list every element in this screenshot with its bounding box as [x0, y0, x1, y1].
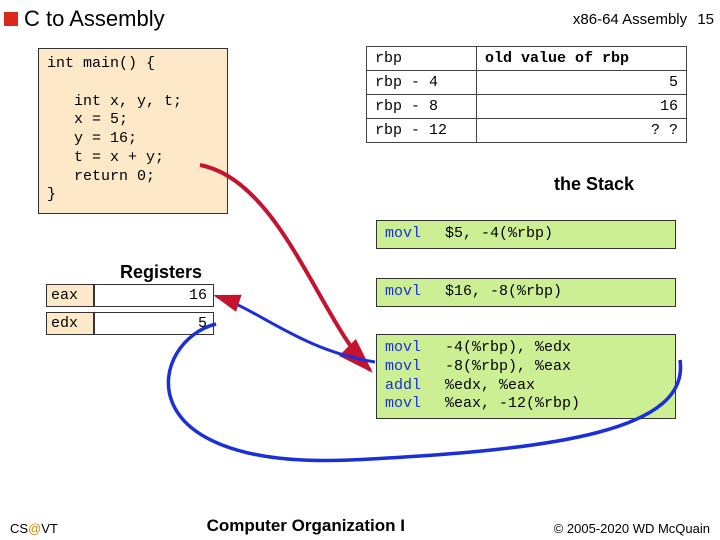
table-row: rbp - 12 ? ? [367, 119, 687, 143]
asm-args: $5, -4(%rbp) [445, 225, 553, 242]
register-name: edx [46, 312, 94, 335]
asm-op: movl [385, 358, 445, 377]
code-line: x = 5; [47, 111, 128, 128]
asm-block-3: movl-4(%rbp), %edx movl-8(%rbp), %eax ad… [376, 334, 676, 419]
code-line: y = 16; [47, 130, 137, 147]
asm-args: $16, -8(%rbp) [445, 283, 562, 300]
stack-label: rbp - 8 [367, 95, 477, 119]
table-row: rbp - 4 5 [367, 71, 687, 95]
asm-op: movl [385, 283, 445, 302]
register-value: 5 [94, 312, 214, 335]
footer-left: CS@VT [10, 521, 58, 536]
code-line: int main() { [47, 55, 155, 72]
registers-title: Registers [120, 262, 202, 283]
asm-op: movl [385, 225, 445, 244]
slide-footer: CS@VT Computer Organization I © 2005-202… [0, 516, 720, 536]
asm-block-1: movl$5, -4(%rbp) [376, 220, 676, 249]
footer-course: Computer Organization I [207, 516, 405, 536]
register-row-edx: edx 5 [46, 312, 214, 335]
asm-args: -4(%rbp), %edx [445, 339, 571, 356]
topic-label: x86-64 Assembly [573, 11, 687, 28]
stack-label: rbp - 4 [367, 71, 477, 95]
stack-value: ? ? [477, 119, 687, 143]
stack-table: rbp old value of rbp rbp - 4 5 rbp - 8 1… [366, 46, 687, 143]
page-number: 15 [697, 11, 714, 28]
stack-value: 16 [477, 95, 687, 119]
stack-value: old value of rbp [477, 47, 687, 71]
footer-copyright: © 2005-2020 WD McQuain [554, 521, 710, 536]
register-value: 16 [94, 284, 214, 307]
slide-title: C to Assembly [24, 6, 165, 32]
c-code-box: int main() { int x, y, t; x = 5; y = 16;… [38, 48, 228, 214]
stack-caption: the Stack [554, 174, 634, 195]
accent-square-icon [4, 12, 18, 26]
code-line: t = x + y; [47, 149, 164, 166]
table-row: rbp - 8 16 [367, 95, 687, 119]
stack-label: rbp [367, 47, 477, 71]
code-line: int x, y, t; [47, 93, 182, 110]
table-row: rbp old value of rbp [367, 47, 687, 71]
stack-value: 5 [477, 71, 687, 95]
header-right: x86-64 Assembly 15 [573, 11, 714, 28]
register-row-eax: eax 16 [46, 284, 214, 307]
code-line: return 0; [47, 168, 155, 185]
code-line: } [47, 186, 56, 203]
asm-args: %edx, %eax [445, 377, 535, 394]
asm-args: -8(%rbp), %eax [445, 358, 571, 375]
slide-header: C to Assembly x86-64 Assembly 15 [0, 0, 720, 38]
asm-op: movl [385, 395, 445, 414]
asm-op: movl [385, 339, 445, 358]
at-icon: @ [28, 521, 41, 536]
asm-block-2: movl$16, -8(%rbp) [376, 278, 676, 307]
header-left: C to Assembly [4, 6, 165, 32]
asm-args: %eax, -12(%rbp) [445, 395, 580, 412]
stack-label: rbp - 12 [367, 119, 477, 143]
register-name: eax [46, 284, 94, 307]
asm-op: addl [385, 377, 445, 396]
footer-org-pre: CS [10, 521, 28, 536]
footer-org-post: VT [41, 521, 58, 536]
